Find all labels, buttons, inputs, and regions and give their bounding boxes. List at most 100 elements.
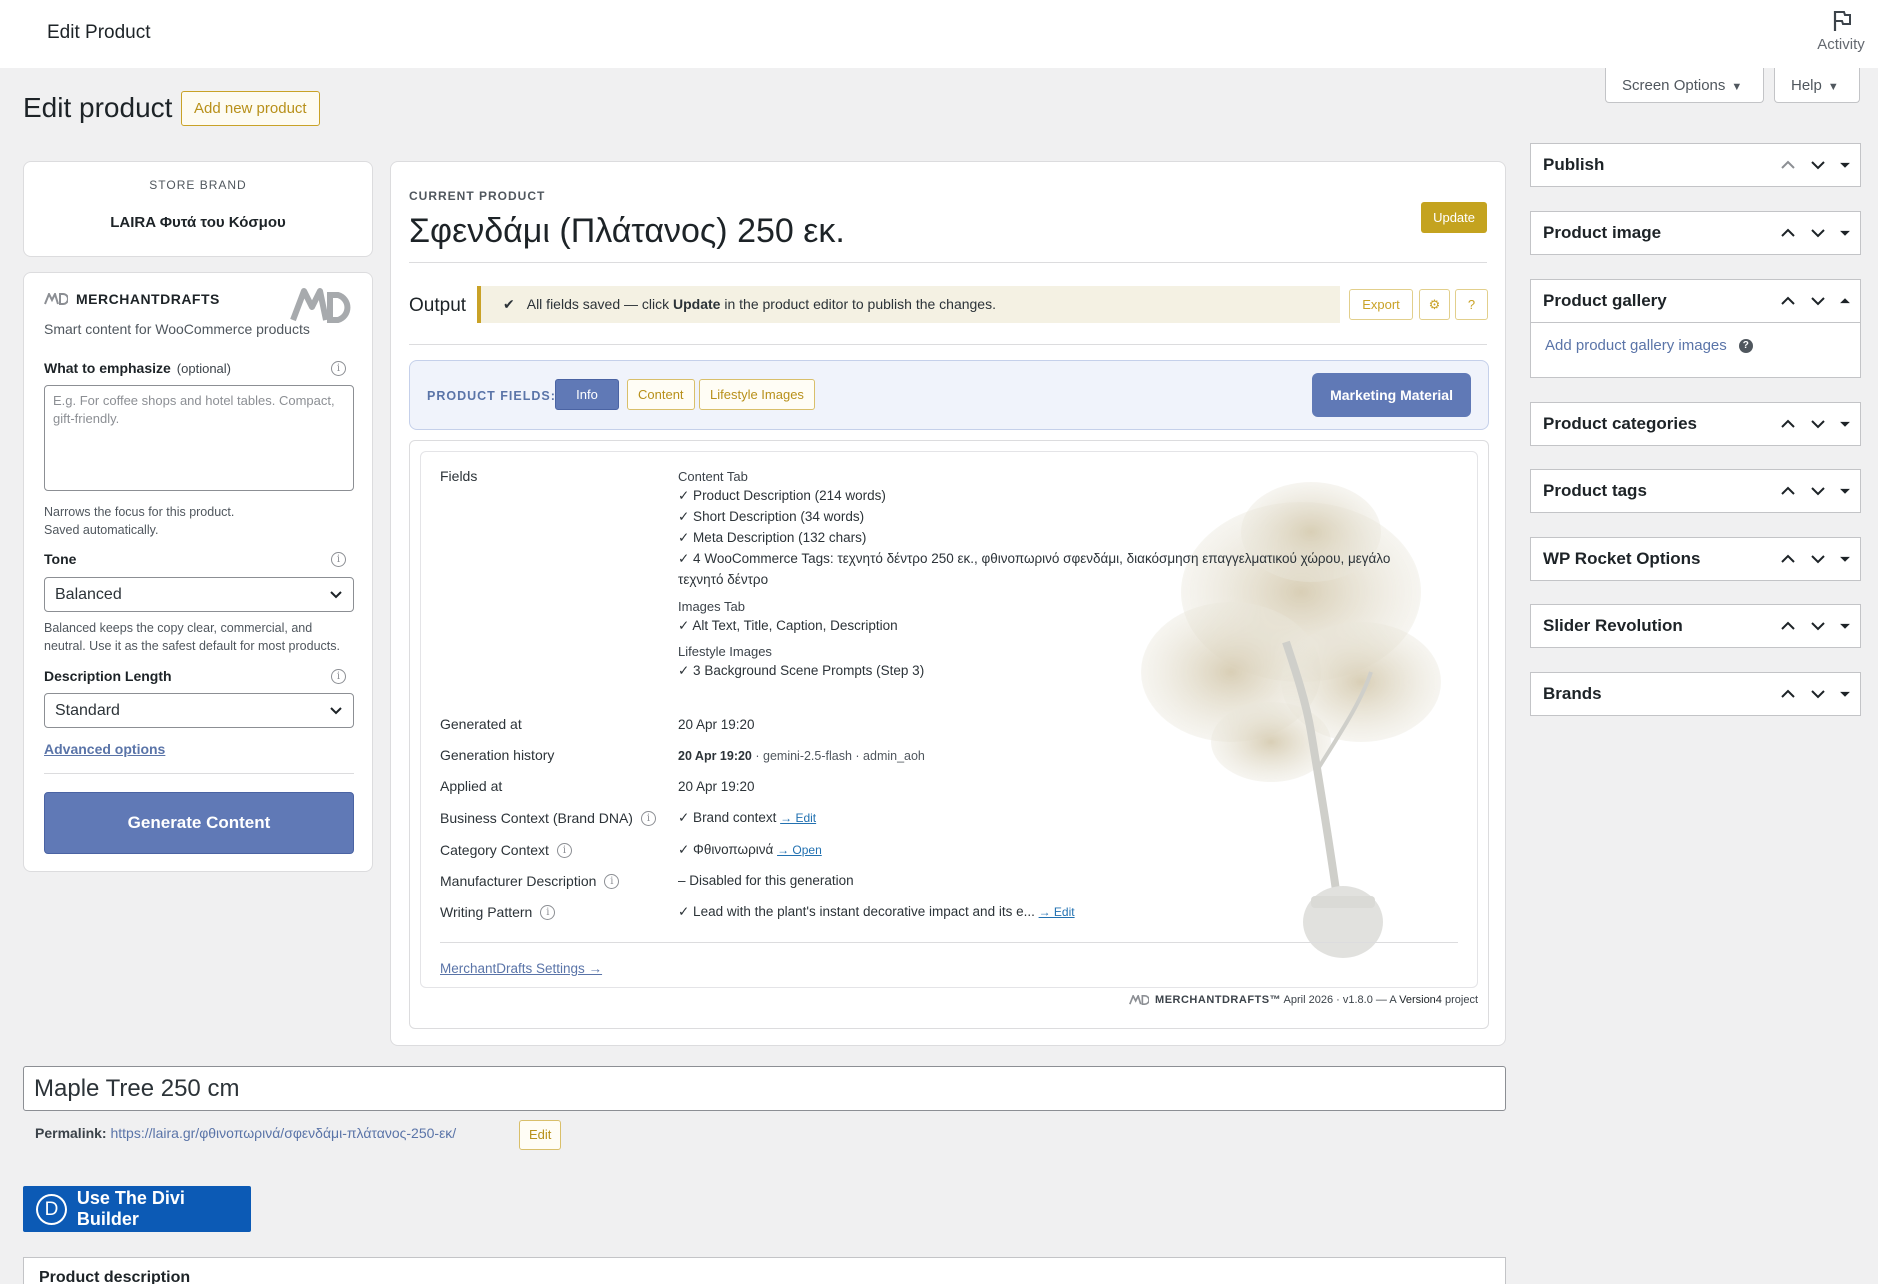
chevron-up-icon[interactable] <box>1778 550 1798 568</box>
chevron-down-icon[interactable] <box>1808 550 1828 568</box>
postbox-header[interactable]: WP Rocket Options <box>1531 538 1860 580</box>
generate-content-button[interactable]: Generate Content <box>44 792 354 854</box>
toggle-triangle-icon[interactable] <box>1838 224 1852 242</box>
help-button[interactable]: Help ▼ <box>1774 68 1860 103</box>
toggle-triangle-icon[interactable] <box>1838 550 1852 568</box>
postbox-header[interactable]: Publish <box>1531 144 1860 186</box>
info-icon[interactable]: i <box>331 361 346 376</box>
business-context-edit-link[interactable]: → Edit <box>780 811 816 825</box>
writing-pattern-status: ✓ Lead with the plant's instant decorati… <box>678 904 1039 919</box>
permalink-url[interactable]: https://laira.gr/φθινοπωρινά/σφενδάμι-πλ… <box>110 1125 456 1141</box>
chevron-down-icon[interactable] <box>1808 415 1828 433</box>
toggle-triangle-icon[interactable] <box>1838 415 1852 433</box>
chevron-up-icon[interactable] <box>1778 224 1798 242</box>
wp-rocket-options-box: WP Rocket Options <box>1530 537 1861 581</box>
toggle-triangle-up-icon[interactable] <box>1838 292 1852 310</box>
permalink-edit-button[interactable]: Edit <box>519 1120 562 1150</box>
version4-link[interactable]: Version4 <box>1399 994 1442 1006</box>
postbox-header[interactable]: Slider Revolution <box>1531 605 1860 647</box>
images-tab-heading: Images Tab <box>678 599 745 614</box>
postbox-header[interactable]: Product image <box>1531 212 1860 254</box>
toggle-triangle-icon[interactable] <box>1838 482 1852 500</box>
toggle-triangle-icon[interactable] <box>1838 685 1852 703</box>
chevron-up-icon[interactable] <box>1778 482 1798 500</box>
postbox-header[interactable]: Brands <box>1531 673 1860 715</box>
product-title-input[interactable]: Maple Tree 250 cm <box>23 1066 1506 1111</box>
writing-pattern-edit-link[interactable]: → Edit <box>1039 905 1075 919</box>
info-icon[interactable]: i <box>540 904 556 920</box>
fields-panel: Fields Content Tab ✓ Product Description… <box>409 440 1489 1029</box>
length-select[interactable]: Standard <box>44 693 354 728</box>
writing-pattern-text: Writing Pattern <box>440 904 533 920</box>
postbox-header[interactable]: Product categories <box>1531 403 1860 445</box>
merchantdrafts-settings-link[interactable]: MerchantDrafts Settings → <box>440 961 602 976</box>
chevron-up-icon[interactable] <box>1778 415 1798 433</box>
tone-select[interactable]: Balanced <box>44 577 354 612</box>
marketing-material-button[interactable]: Marketing Material <box>1312 373 1471 417</box>
chevron-down-icon[interactable] <box>1808 617 1828 635</box>
emphasize-hint-line-2: Saved automatically. <box>44 523 159 537</box>
product-gallery-box: Product gallery Add product gallery imag… <box>1530 279 1861 378</box>
add-gallery-images-link[interactable]: Add product gallery images <box>1545 337 1727 354</box>
footer-text: April 2026 · v1.8.0 — A <box>1281 994 1400 1006</box>
check-icon: ✔ <box>503 296 515 312</box>
product-fields-bar: PRODUCT FIELDS: Info Content Lifestyle I… <box>409 360 1489 430</box>
postbox-title: Product image <box>1543 223 1662 242</box>
current-product-title: Σφενδάμι (Πλάτανος) 250 εκ. <box>409 212 845 250</box>
chevron-down-icon[interactable] <box>1808 156 1828 174</box>
postbox-header[interactable]: Product tags <box>1531 470 1860 512</box>
content-tab-heading: Content Tab <box>678 469 748 484</box>
notice-text-pre: All fields saved — click <box>526 296 674 312</box>
emphasize-hint: Narrows the focus for this product. Save… <box>44 503 234 539</box>
footer-end: project <box>1441 994 1478 1006</box>
emphasize-label: What to emphasize (optional) <box>44 360 231 376</box>
lifestyle-tab-heading: Lifestyle Images <box>678 644 772 659</box>
manufacturer-description-label: Manufacturer Description i <box>440 873 620 889</box>
settings-gear-button[interactable]: ⚙ <box>1419 289 1450 320</box>
chevron-down-icon[interactable] <box>1808 685 1828 703</box>
info-icon[interactable]: i <box>604 873 620 889</box>
category-context-open-link[interactable]: → Open <box>777 843 822 857</box>
divider <box>409 344 1487 345</box>
lifestyle-item: ✓ 3 Background Scene Prompts (Step 3) <box>678 663 925 678</box>
optional-tag: (optional) <box>176 361 231 376</box>
toggle-triangle-icon[interactable] <box>1838 156 1852 174</box>
info-icon[interactable]: i <box>331 552 346 567</box>
screen-options-button[interactable]: Screen Options ▼ <box>1605 68 1764 103</box>
history-date: 20 Apr 19:20 <box>678 749 752 763</box>
chevron-up-icon[interactable] <box>1778 617 1798 635</box>
postbox-header[interactable]: Product gallery <box>1531 280 1860 322</box>
merchantdrafts-subtitle: Smart content for WooCommerce products <box>44 321 310 337</box>
generation-history-label: Generation history <box>440 747 555 763</box>
category-context-value: ✓ Φθινοπωρινά → Open <box>678 839 822 861</box>
divi-builder-button[interactable]: D Use The Divi Builder <box>23 1186 251 1232</box>
help-question-button[interactable]: ? <box>1455 289 1488 320</box>
toggle-triangle-icon[interactable] <box>1838 617 1852 635</box>
chevron-up-icon[interactable] <box>1778 292 1798 310</box>
tab-content[interactable]: Content <box>627 379 695 410</box>
notice-text-bold: Update <box>673 296 721 312</box>
images-item: ✓ Alt Text, Title, Caption, Description <box>678 618 898 633</box>
flag-icon <box>1833 11 1851 31</box>
tab-lifestyle-images[interactable]: Lifestyle Images <box>699 379 815 410</box>
tab-info[interactable]: Info <box>555 379 619 410</box>
activity-button[interactable]: Activity <box>1804 8 1878 53</box>
content-item: ✓ Short Description (34 words) <box>678 509 865 524</box>
merchantdrafts-logo-icon <box>44 293 68 305</box>
help-icon[interactable]: ? <box>1738 339 1753 354</box>
export-button[interactable]: Export <box>1349 289 1413 320</box>
chevron-down-icon[interactable] <box>1808 482 1828 500</box>
chevron-down-icon[interactable] <box>1808 224 1828 242</box>
info-icon[interactable]: i <box>331 669 346 684</box>
content-item: ✓ Meta Description (132 chars) <box>678 530 867 545</box>
chevron-up-icon[interactable] <box>1778 156 1798 174</box>
chevron-down-icon[interactable] <box>1808 292 1828 310</box>
chevron-up-icon[interactable] <box>1778 685 1798 703</box>
current-product-label: CURRENT PRODUCT <box>409 189 546 203</box>
add-new-product-button[interactable]: Add new product <box>181 91 320 126</box>
info-icon[interactable]: i <box>556 842 572 858</box>
emphasize-textarea[interactable]: E.g. For coffee shops and hotel tables. … <box>44 385 354 491</box>
update-button[interactable]: Update <box>1421 202 1487 233</box>
info-icon[interactable]: i <box>640 810 656 826</box>
advanced-options-link[interactable]: Advanced options <box>44 741 165 757</box>
